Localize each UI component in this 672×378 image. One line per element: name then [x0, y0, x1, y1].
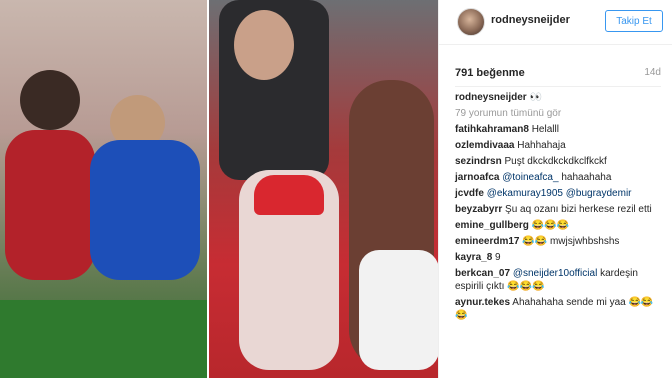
fans-in-stands-photo — [209, 0, 438, 378]
caption: rodneysneijder 👀 — [455, 91, 665, 104]
view-all-comments-link[interactable]: 79 yorumun tümünü gör — [455, 107, 665, 120]
comment-text: Puşt dkckdkckdkclfkckf — [504, 156, 607, 167]
avatar[interactable] — [457, 8, 485, 36]
blue-jersey-decor — [90, 140, 200, 280]
comments-list: rodneysneijder 👀 79 yorumun tümünü gör f… — [455, 91, 665, 325]
comment-item: beyzabyrr Şu aq ozanı bizi herkese rezil… — [455, 203, 665, 216]
fan-face-decor — [234, 10, 294, 80]
comment-username[interactable]: jarnoafca — [455, 172, 499, 183]
comment-mention[interactable]: @toineafca_ — [502, 172, 558, 183]
comment-item: aynur.tekes Ahahahaha sende mi yaa 😂😂😂 — [455, 296, 665, 322]
comment-text: hahaahaha — [561, 172, 612, 183]
caption-text: 👀 — [529, 92, 542, 103]
comment-item: emineerdm17 😂😂 mwjsjwhbshshs — [455, 235, 665, 248]
comment-item: kayra_8 9 — [455, 251, 665, 264]
red-jersey-decor — [5, 130, 95, 280]
comment-item: sezindrsn Puşt dkckdkckdkclfkckf — [455, 155, 665, 168]
comment-mention[interactable]: @sneijder10official — [513, 268, 597, 279]
player-head-decor — [20, 70, 80, 130]
divider — [455, 86, 661, 87]
comment-text: Helalll — [531, 124, 559, 135]
football-players-photo — [0, 0, 207, 378]
comment-text: Şu aq ozanı bizi herkese rezil etti — [505, 204, 652, 215]
comment-username[interactable]: beyzabyrr — [455, 204, 502, 215]
post-details-panel: rodneysneijder Takip Et 791 beğenme 14d … — [438, 0, 672, 378]
comment-item: jarnoafca @toineafca_ hahaahaha — [455, 171, 665, 184]
comment-username[interactable]: ozlemdivaaa — [455, 140, 514, 151]
comment-username[interactable]: emine_gullberg — [455, 220, 529, 231]
post-age: 14d — [644, 67, 661, 78]
comment-username[interactable]: jcvdfe — [455, 188, 484, 199]
comment-text: 😂😂😂 — [531, 220, 570, 231]
comment-text: 9 — [495, 252, 501, 263]
follow-button[interactable]: Takip Et — [605, 10, 663, 32]
comment-username[interactable]: fatihkahraman8 — [455, 124, 529, 135]
checkered-cap-decor — [254, 175, 324, 215]
header-username[interactable]: rodneysneijder — [491, 14, 570, 26]
comment-username[interactable]: emineerdm17 — [455, 236, 519, 247]
comment-item: emine_gullberg 😂😂😂 — [455, 219, 665, 232]
comment-mention[interactable]: @ekamuray1905 @bugraydemir — [487, 188, 632, 199]
comment-item: berkcan_07 @sneijder10official kardeşin … — [455, 267, 665, 293]
comment-username[interactable]: kayra_8 — [455, 252, 492, 263]
comment-username[interactable]: aynur.tekes — [455, 297, 510, 308]
caption-username[interactable]: rodneysneijder — [455, 92, 527, 103]
comment-item: ozlemdivaaa Hahhahaja — [455, 139, 665, 152]
comment-username[interactable]: sezindrsn — [455, 156, 502, 167]
checkered-shirt-decor — [359, 250, 438, 370]
comment-text: Hahhahaja — [517, 140, 566, 151]
likes-count[interactable]: 791 beğenme — [455, 67, 525, 79]
post-header: rodneysneijder Takip Et — [439, 0, 672, 45]
pitch-decor — [0, 300, 207, 378]
comment-item: jcvdfe @ekamuray1905 @bugraydemir — [455, 187, 665, 200]
comment-text: 😂😂 mwjsjwhbshshs — [522, 236, 620, 247]
comment-username[interactable]: berkcan_07 — [455, 268, 510, 279]
comment-item: fatihkahraman8 Helalll — [455, 123, 665, 136]
